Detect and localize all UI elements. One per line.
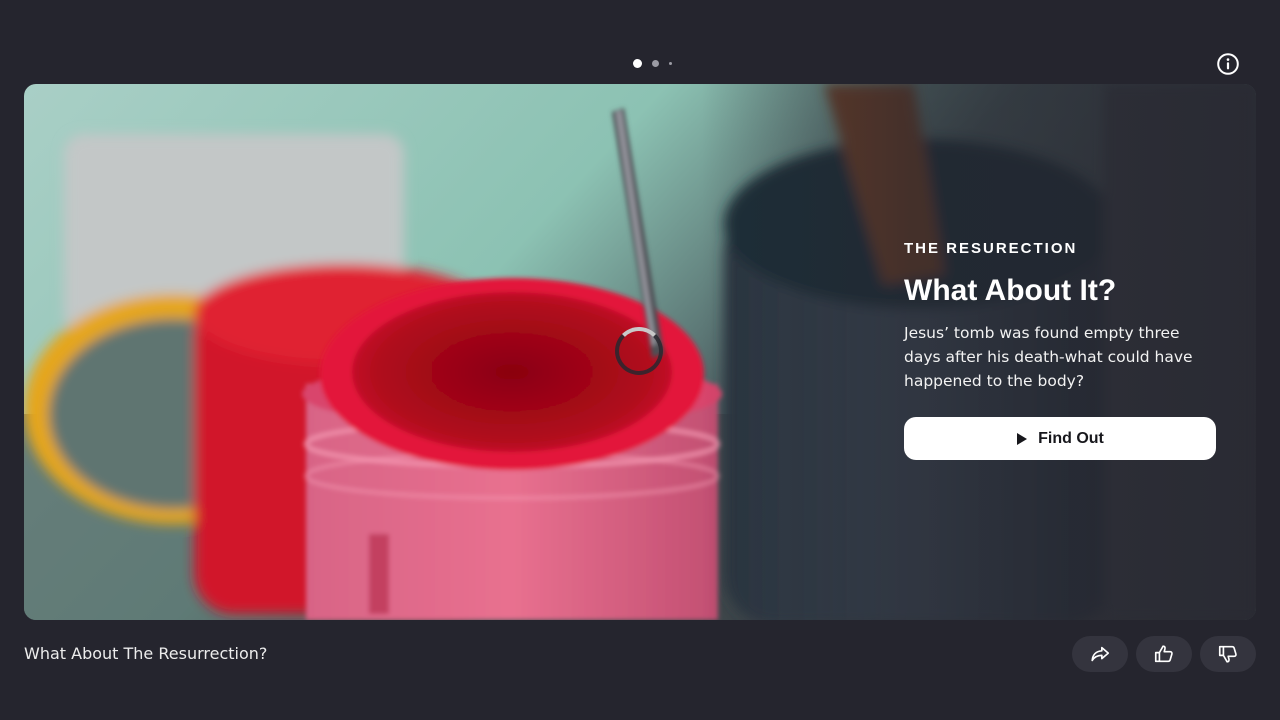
pagination-dot[interactable] bbox=[652, 60, 659, 67]
pagination-dot[interactable] bbox=[669, 62, 672, 65]
play-icon bbox=[1017, 432, 1028, 445]
hero-copy: THE RESURECTION What About It? Jesus’ to… bbox=[904, 240, 1216, 460]
content-title: What About The Resurrection? bbox=[24, 644, 268, 663]
info-icon bbox=[1217, 53, 1239, 75]
hero-description: Jesus’ tomb was found empty three days a… bbox=[904, 324, 1193, 390]
thumbs-down-icon bbox=[1218, 645, 1237, 663]
like-button[interactable] bbox=[1136, 636, 1192, 672]
hero-title: What About It? bbox=[904, 274, 1117, 307]
action-buttons bbox=[1072, 636, 1256, 672]
loading-spinner bbox=[615, 327, 663, 375]
find-out-button[interactable]: Find Out bbox=[904, 417, 1216, 460]
info-button[interactable] bbox=[1216, 52, 1240, 76]
thumbs-up-icon bbox=[1154, 645, 1173, 663]
share-icon bbox=[1091, 646, 1110, 662]
dislike-button[interactable] bbox=[1200, 636, 1256, 672]
hero-card[interactable]: THE RESURECTION What About It? Jesus’ to… bbox=[24, 84, 1256, 620]
hero-eyebrow: THE RESURECTION bbox=[904, 240, 1078, 257]
page: THE RESURECTION What About It? Jesus’ to… bbox=[0, 0, 1280, 720]
carousel-pagination bbox=[633, 59, 672, 68]
pagination-dot-active[interactable] bbox=[633, 59, 642, 68]
share-button[interactable] bbox=[1072, 636, 1128, 672]
find-out-label: Find Out bbox=[1038, 429, 1104, 447]
